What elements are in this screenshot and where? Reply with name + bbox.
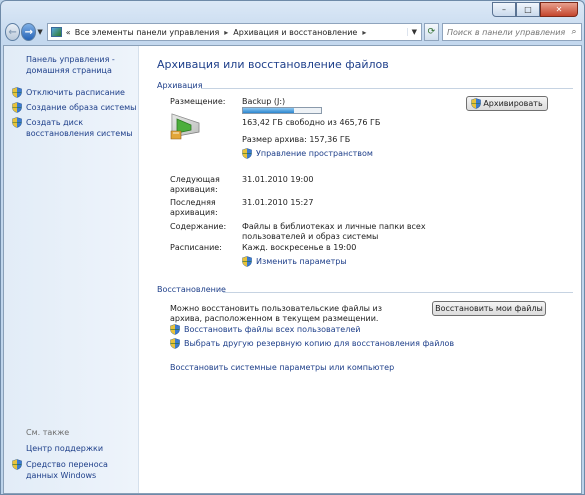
next-backup-label: Следующая архивация: [170, 175, 220, 194]
refresh-button[interactable]: ⟳ [423, 23, 439, 41]
restore-section-title: Восстановление [157, 285, 226, 294]
restore-my-files-label: Восстановить мои файлы [435, 304, 543, 313]
backup-now-label: Архивировать [483, 99, 543, 108]
shield-icon [12, 87, 22, 98]
sidebar-item-label: Средство переноса данных Windows [26, 460, 108, 480]
last-backup-value: 31.01.2010 15:27 [242, 198, 314, 207]
change-settings-link[interactable]: Изменить параметры [242, 256, 347, 267]
shield-icon [242, 148, 252, 159]
back-arrow-icon: ← [8, 26, 17, 38]
sidebar-item-action-center[interactable]: Центр поддержки [26, 444, 103, 453]
address-bar[interactable]: « Все элементы панели управления ▸ Архив… [46, 23, 422, 41]
contents-label: Содержание: [170, 222, 227, 231]
navigation-bar: ← → ▼ « Все элементы панели управления ▸… [5, 21, 582, 43]
minimize-button[interactable]: – [492, 2, 516, 17]
control-panel-window: – □ ✕ ← → ▼ « Все элементы панели управл… [0, 0, 585, 495]
sidebar-item-label: Создание образа системы [26, 103, 137, 112]
backup-drive-icon [170, 113, 200, 140]
shield-icon [12, 117, 22, 128]
contents-value: Файлы в библиотеках и личные папки всех … [242, 222, 426, 241]
manage-space-link[interactable]: Управление пространством [242, 148, 373, 159]
restore-all-users-label: Восстановить файлы всех пользователей [184, 325, 361, 334]
shield-icon [242, 256, 252, 267]
disk-usage-bar [242, 107, 322, 114]
sidebar-item-create-image[interactable]: Создание образа системы [12, 102, 137, 113]
refresh-icon: ⟳ [427, 27, 436, 37]
back-button[interactable]: ← [5, 23, 21, 41]
restore-all-users-link[interactable]: Восстановить файлы всех пользователей [170, 324, 360, 335]
free-space-text: 163,42 ГБ свободно из 465,76 ГБ [242, 118, 381, 127]
shield-icon [12, 459, 22, 470]
archive-size-text: Размер архива: 157,36 ГБ [242, 135, 351, 144]
change-settings-label: Изменить параметры [256, 257, 347, 266]
control-panel-icon [50, 27, 62, 37]
forward-button[interactable]: → [21, 23, 37, 41]
disk-usage-fill [243, 108, 294, 113]
address-dropdown[interactable]: ▼ [406, 28, 421, 36]
breadcrumb-item-backup[interactable]: Архивация и восстановление [233, 28, 357, 37]
restore-system-link[interactable]: Восстановить системные параметры или ком… [170, 363, 394, 373]
search-box[interactable]: ⌕ [442, 23, 582, 41]
main-panel: Архивация или восстановление файлов Архи… [139, 46, 581, 493]
sidebar-item-disable-schedule[interactable]: Отключить расписание [12, 87, 125, 98]
breadcrumb-overflow[interactable]: « [66, 28, 71, 37]
search-icon[interactable]: ⌕ [567, 27, 581, 37]
sidebar: Панель управления - домашняя страница От… [4, 46, 139, 493]
backup-section-title: Архивация [157, 81, 203, 90]
sidebar-item-easy-transfer[interactable]: Средство переноса данных Windows [12, 459, 137, 481]
forward-arrow-icon: → [24, 26, 33, 38]
restore-my-files-button[interactable]: Восстановить мои файлы [432, 301, 546, 316]
shield-icon [12, 102, 22, 113]
location-label: Размещение: [170, 97, 226, 106]
schedule-label: Расписание: [170, 243, 222, 252]
see-also-heading: См. также [26, 428, 70, 437]
sidebar-item-label: Создать диск восстановления системы [26, 118, 133, 138]
select-other-backup-label: Выбрать другую резервную копию для восст… [184, 339, 455, 348]
close-button[interactable]: ✕ [540, 2, 578, 17]
location-value: Backup (J:) [242, 97, 286, 106]
sidebar-home-link[interactable]: Панель управления - домашняя страница [26, 54, 136, 76]
breadcrumb-separator-icon[interactable]: ▸ [224, 28, 228, 37]
breadcrumb-item-all-items[interactable]: Все элементы панели управления [75, 28, 220, 37]
schedule-value: Кажд. воскресенье в 19:00 [242, 243, 357, 252]
backup-now-button[interactable]: Архивировать [466, 96, 548, 111]
recent-pages-dropdown[interactable]: ▼ [37, 28, 42, 36]
restore-description: Можно восстановить пользовательские файл… [170, 304, 382, 323]
sidebar-item-label: Отключить расписание [26, 88, 125, 97]
shield-icon [170, 338, 180, 349]
maximize-button[interactable]: □ [516, 2, 540, 17]
section-divider [223, 292, 573, 293]
section-divider [201, 88, 573, 89]
shield-icon [471, 98, 482, 109]
caption-buttons: – □ ✕ [492, 2, 578, 17]
breadcrumb-separator-icon[interactable]: ▸ [362, 28, 366, 37]
select-other-backup-link[interactable]: Выбрать другую резервную копию для восст… [170, 338, 454, 349]
manage-space-label: Управление пространством [256, 149, 373, 158]
page-title: Архивация или восстановление файлов [157, 58, 389, 71]
sidebar-item-create-recovery-disc[interactable]: Создать диск восстановления системы [12, 117, 137, 139]
search-input[interactable] [447, 27, 567, 37]
last-backup-label: Последняя архивация: [170, 198, 218, 217]
next-backup-value: 31.01.2010 19:00 [242, 175, 314, 184]
shield-icon [170, 324, 180, 335]
content-area: Панель управления - домашняя страница От… [3, 45, 582, 494]
